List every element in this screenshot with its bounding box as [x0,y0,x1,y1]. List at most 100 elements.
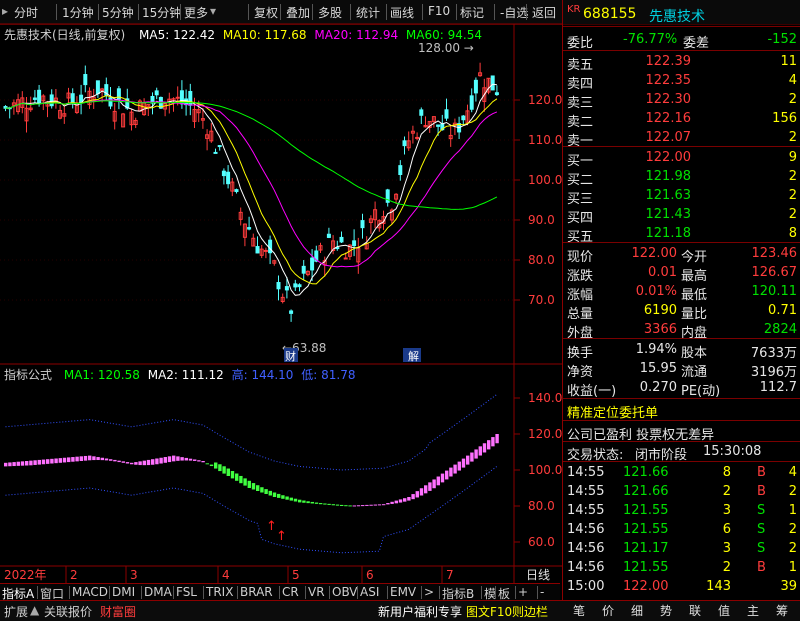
bottom-left-1[interactable]: 关联报价 [44,603,92,620]
bottom-mid-2[interactable]: 则边栏 [512,603,548,620]
sub-indicator-name[interactable]: 指标公式 [4,368,52,382]
right-tab-1[interactable]: 价 [594,602,622,619]
indicator-tab-7[interactable]: BRAR [240,585,273,599]
trade-price: 122.00 [623,579,669,594]
trade-row: 15:00 122.00 143 39 [563,577,800,597]
bottom-left-2[interactable]: 财富圈 [100,603,136,620]
x-tick-label: 7 [446,568,454,582]
indicator-tab-2[interactable]: MACD [72,585,108,599]
stat-row: 收益(一) 0.270 PE(动) 112.7 [563,378,800,399]
indicator-tab-13[interactable]: > [424,585,434,599]
bottom-left-0[interactable]: 扩展 [4,603,28,620]
expand-arrow-icon[interactable]: ▲ [30,603,39,617]
trade-volume: 143 [706,579,731,594]
tab-separator [37,586,38,599]
sub-bar [176,456,180,461]
sub-bar [403,498,407,502]
period-label[interactable]: 日线 [526,568,550,582]
candle-body [473,79,478,94]
quote-value: 2824 [763,322,797,337]
tab-separator [279,586,280,599]
sub-bar [29,460,33,466]
trade-volume: 8 [722,465,731,480]
bottom-mid-1[interactable]: 图文F10 [466,603,512,620]
right-tab-4[interactable]: 联 [681,602,709,619]
indicator-tab-3[interactable]: DMI [112,585,135,599]
candle-body [37,89,42,105]
quote-value: 3366 [643,322,677,337]
trade-status-time: 15:30:08 [703,444,762,459]
indicator-tab-17[interactable]: + [518,585,528,599]
trade-count: 4 [788,465,797,480]
tab-separator [439,586,440,599]
sub-bar [474,449,478,459]
sub-bar [104,458,109,461]
sub-bar [37,459,41,465]
wb-row: 委比 -76.77% 委差 -152 [563,30,800,51]
right-tab-6[interactable]: 主 [739,602,767,619]
quote-value: 122.00 [631,246,678,261]
indicator-tab-8[interactable]: CR [282,585,299,599]
sub-bar [323,503,327,505]
indicator-tab-10[interactable]: OBV [332,585,358,599]
candle-body [263,249,268,252]
sub-bar [327,503,331,505]
tab-separator [109,586,110,599]
right-tab-5[interactable]: 值 [710,602,738,619]
trade-time: 14:56 [567,522,605,537]
candle-body [217,145,222,148]
tab-separator [69,586,70,599]
sub-bar [180,457,184,461]
bottom-mid-0[interactable]: 新用户福利专享 [378,603,462,620]
candle-body [444,109,449,119]
kline-chart[interactable]: 120.0110.0100.090.080.070.0128.00 →←63.8… [0,0,562,583]
sub-bar [272,492,277,497]
right-tab-7[interactable]: 筹 [768,602,796,619]
x-tick-label: 2 [70,568,78,582]
right-tab-0[interactable]: 笔 [565,602,593,619]
stat-row: 换手 1.94% 股本 7633万 [563,340,800,361]
candle-body [398,165,403,176]
buy-row: 买四 121.43 2 [563,205,800,226]
indicator-tab-5[interactable]: FSL [176,585,197,599]
indicator-tab-18[interactable]: - [540,585,544,599]
indicator-tab-4[interactable]: DMA [144,585,172,599]
y-tick-label: 70.0 [528,293,555,307]
sub-bar [117,460,121,463]
sub-bar [386,503,390,505]
sub-bar [436,476,440,486]
sub-bar [491,437,495,447]
sub-bar [62,457,67,463]
indicator-tab-6[interactable]: TRIX [206,585,233,599]
indicator-tab-12[interactable]: EMV [390,585,416,599]
sub-bar [54,458,58,464]
candle-body [343,257,348,260]
sub-y-tick-label: 60.0 [528,535,555,549]
trade-price: 121.66 [623,484,669,499]
sub-y-tick-label: 120.0 [528,427,562,441]
trade-side: B [757,560,766,575]
stat-label: 收益(一) [567,384,617,399]
trade-volume: 2 [722,484,731,499]
sub-bar [130,462,134,465]
quote-value: 123.46 [751,246,798,261]
candle-body [284,286,289,291]
indicator-tab-9[interactable]: VR [308,585,325,599]
right-tab-3[interactable]: 势 [652,602,680,619]
right-tab-2[interactable]: 细 [623,602,651,619]
sub-bar [482,443,487,453]
sub-bar [71,457,75,462]
buy-price: 122.00 [645,150,692,165]
quote-value: 0.01% [635,284,677,299]
quote-panel: KR 688155 先惠技术 委比 -76.77% 委差 -152 卖五 122.39 11 卖四 1… [562,0,800,600]
sub-bar [487,440,491,450]
sub-bar [79,456,83,461]
trade-count: 1 [788,560,797,575]
tab-separator [305,586,306,599]
sub-bar [398,499,403,503]
stat-value: 1.94% [635,342,677,357]
trade-side: B [757,465,766,480]
buy-row: 买三 121.63 2 [563,186,800,207]
unlock-marker-label: 解 [408,349,419,363]
indicator-tab-11[interactable]: ASI [360,585,379,599]
